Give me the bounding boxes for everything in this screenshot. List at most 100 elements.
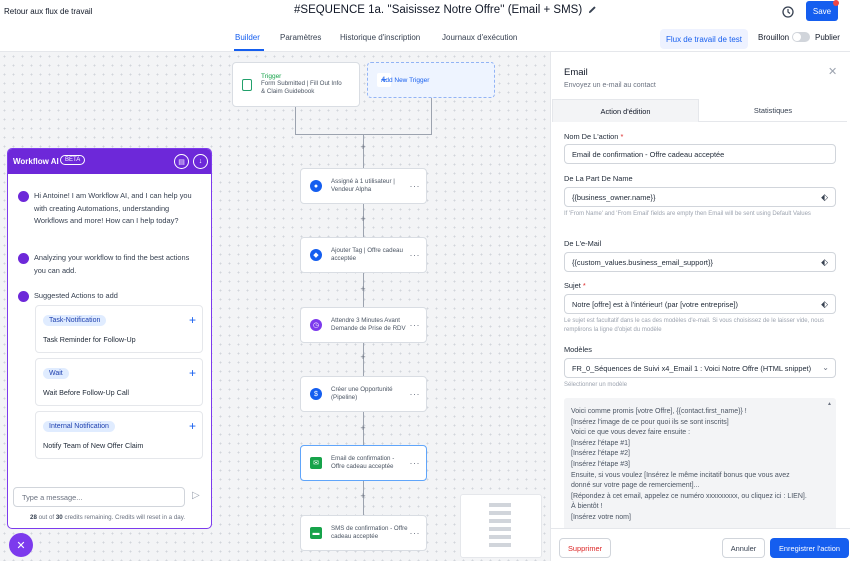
add-step-plus[interactable]: + (358, 142, 368, 152)
node-line-2: Offre cadeau acceptée (331, 463, 394, 470)
form-icon (242, 78, 252, 91)
send-icon[interactable]: ▷ (192, 490, 200, 501)
add-suggestion-plus-icon[interactable]: + (189, 313, 196, 327)
suggestion-badge: Task-Notification (43, 315, 107, 326)
from-name-input[interactable]: {{business_owner.name}} ⬖ (564, 187, 836, 207)
chat-history-icon[interactable]: ▤ (174, 154, 189, 169)
subject-value: Notre [offre] est à l'intérieur! (par [v… (572, 299, 738, 309)
suggestion-badge: Wait (43, 368, 69, 379)
from-name-label: De La Part De Name (564, 174, 633, 183)
workflow-ai-header: Workflow AI BETA ▤ ↓ (8, 149, 211, 174)
tab-edit-action[interactable]: Action d'édition (552, 99, 699, 122)
tab-settings[interactable]: Paramètres (280, 33, 321, 42)
add-step-plus[interactable]: + (358, 284, 368, 294)
workflow-ai-panel: Workflow AI BETA ▤ ↓ Hi Antoine! I am Wo… (7, 148, 212, 529)
body-line: [Répondez à cet email, appelez ce numéro… (571, 492, 807, 500)
ai-message-input[interactable]: Type a message... (13, 487, 185, 507)
add-step-plus[interactable]: + (358, 491, 368, 501)
email-body-editor[interactable]: ▲ Voici comme promis [votre Offre], {{co… (564, 398, 836, 548)
subject-input[interactable]: Notre [offre] est à l'intérieur! (par [v… (564, 294, 836, 314)
cancel-button[interactable]: Annuler (722, 538, 765, 558)
suggested-actions-title: Suggested Actions to add (34, 291, 118, 300)
delete-button[interactable]: Supprimer (559, 538, 611, 558)
connector-line (295, 107, 296, 134)
close-icon[interactable]: ✕ (828, 65, 837, 78)
node-menu-icon[interactable]: ··· (410, 528, 421, 538)
add-step-plus[interactable]: + (358, 214, 368, 224)
tab-execution-logs[interactable]: Journaux d'exécution (442, 33, 517, 42)
action-name-input[interactable]: Email de confirmation - Offre cadeau acc… (564, 144, 836, 164)
email-action-panel: Email Envoyez un e-mail au contact ✕ Act… (550, 52, 850, 561)
minimap-node (489, 511, 511, 515)
workflow-node-email-selected[interactable]: ✉ Email de confirmation - Offre cadeau ac… (300, 445, 427, 481)
panel-title: Email (564, 67, 588, 78)
add-suggestion-plus-icon[interactable]: + (189, 419, 196, 433)
add-step-plus[interactable]: + (358, 352, 368, 362)
test-workflow-button[interactable]: Flux de travail de test (660, 29, 748, 49)
panel-footer: Supprimer Annuler Enregistrer l'action (551, 528, 850, 561)
unsaved-indicator (833, 0, 839, 6)
history-clock-icon[interactable] (781, 5, 795, 19)
node-line-1: Email de confirmation - (331, 455, 395, 462)
workflow-ai-title: Workflow AI (13, 157, 59, 166)
node-menu-icon[interactable]: ··· (410, 458, 421, 468)
from-email-value: {{custom_values.business_email_support}} (572, 257, 713, 267)
workflow-node-assign-user[interactable]: ● Assigné à 1 utilisateur | Vendeur Alpha… (300, 168, 427, 204)
node-menu-icon[interactable]: ··· (410, 181, 421, 191)
suggestion-description: Task Reminder for Follow-Up (43, 335, 136, 344)
tab-statistics[interactable]: Statistiques (699, 99, 847, 122)
active-tab-indicator (234, 49, 264, 51)
custom-value-tag-icon[interactable]: ⬖ (821, 192, 828, 203)
trigger-line-1: Form Submitted | Fill Out Info (261, 80, 342, 87)
custom-value-tag-icon[interactable]: ⬖ (821, 299, 828, 310)
suggestion-card[interactable]: Internal Notification Notify Team of New… (35, 411, 203, 459)
suggestion-card[interactable]: Task-Notification Task Reminder for Foll… (35, 305, 203, 353)
save-action-button[interactable]: Enregistrer l'action (770, 538, 849, 558)
tag-icon: ◆ (310, 249, 322, 261)
workflow-node-add-tag[interactable]: ◆ Ajouter Tag | Offre cadeau acceptée ··· (300, 237, 427, 273)
mail-icon: ✉ (310, 457, 322, 469)
workflow-node-sms[interactable]: ▬ SMS de confirmation - Offre cadeau acce… (300, 515, 427, 551)
subject-hint: Le sujet est facultatif dans le cas des … (564, 318, 824, 333)
workflow-node-wait[interactable]: ◷ Attendre 3 Minutes Avant Demande de Pri… (300, 307, 427, 343)
publish-toggle[interactable] (792, 32, 810, 42)
add-trigger-label: Add New Trigger (381, 76, 430, 84)
node-menu-icon[interactable]: ··· (410, 389, 421, 399)
connector-line (431, 98, 432, 134)
minimize-icon[interactable]: ↓ (193, 154, 208, 169)
from-email-input[interactable]: {{custom_values.business_email_support}}… (564, 252, 836, 272)
suggestion-card[interactable]: Wait Wait Before Follow-Up Call + (35, 358, 203, 406)
sms-icon: ▬ (310, 527, 322, 539)
suggestion-description: Notify Team of New Offer Claim (43, 441, 144, 450)
templates-label: Modèles (564, 345, 592, 354)
custom-value-tag-icon[interactable]: ⬖ (821, 257, 828, 268)
node-line-2: acceptée (331, 255, 357, 262)
credits-total: 30 (55, 514, 63, 521)
node-line-1: Créer une Opportunité (331, 386, 393, 393)
template-select[interactable]: FR_0_Séquences de Suivi x4_Email 1 : Voi… (564, 358, 836, 378)
node-line-2: (Pipeline) (331, 394, 358, 401)
beta-badge: BETA (60, 155, 86, 165)
ai-intro-text: Hi Antoine! I am Workflow AI, and I can … (34, 191, 192, 225)
add-suggestion-plus-icon[interactable]: + (189, 366, 196, 380)
body-line: [Insérez l'étape #3] (571, 461, 630, 468)
add-trigger-button[interactable]: + Add New Trigger (367, 62, 495, 98)
workflow-title: #SEQUENCE 1a. ''Saisissez Notre Offre'' … (294, 4, 597, 16)
tab-builder[interactable]: Builder (235, 33, 260, 42)
from-name-value: {{business_owner.name}} (572, 192, 656, 202)
trigger-node[interactable]: Trigger Form Submitted | Fill Out Info &… (232, 62, 360, 107)
draft-label: Brouillon (758, 33, 790, 42)
scroll-up-icon[interactable]: ▲ (827, 401, 832, 407)
node-menu-icon[interactable]: ··· (410, 320, 421, 330)
credits-text: credits remaining. Credits will reset in… (64, 514, 186, 521)
back-to-workflows-link[interactable]: Retour aux flux de travail (4, 7, 93, 16)
tab-enrollment-history[interactable]: Historique d'inscription (340, 33, 420, 42)
canvas-minimap[interactable] (460, 494, 542, 558)
bot-avatar-icon (18, 253, 29, 264)
workflow-node-create-opportunity[interactable]: $ Créer une Opportunité (Pipeline) ··· (300, 376, 427, 412)
close-ai-button[interactable]: ✕ (9, 533, 33, 557)
add-step-plus[interactable]: + (358, 423, 368, 433)
node-line-1: Ajouter Tag | Offre cadeau (331, 247, 403, 254)
edit-title-icon[interactable] (588, 5, 597, 16)
node-menu-icon[interactable]: ··· (410, 250, 421, 260)
